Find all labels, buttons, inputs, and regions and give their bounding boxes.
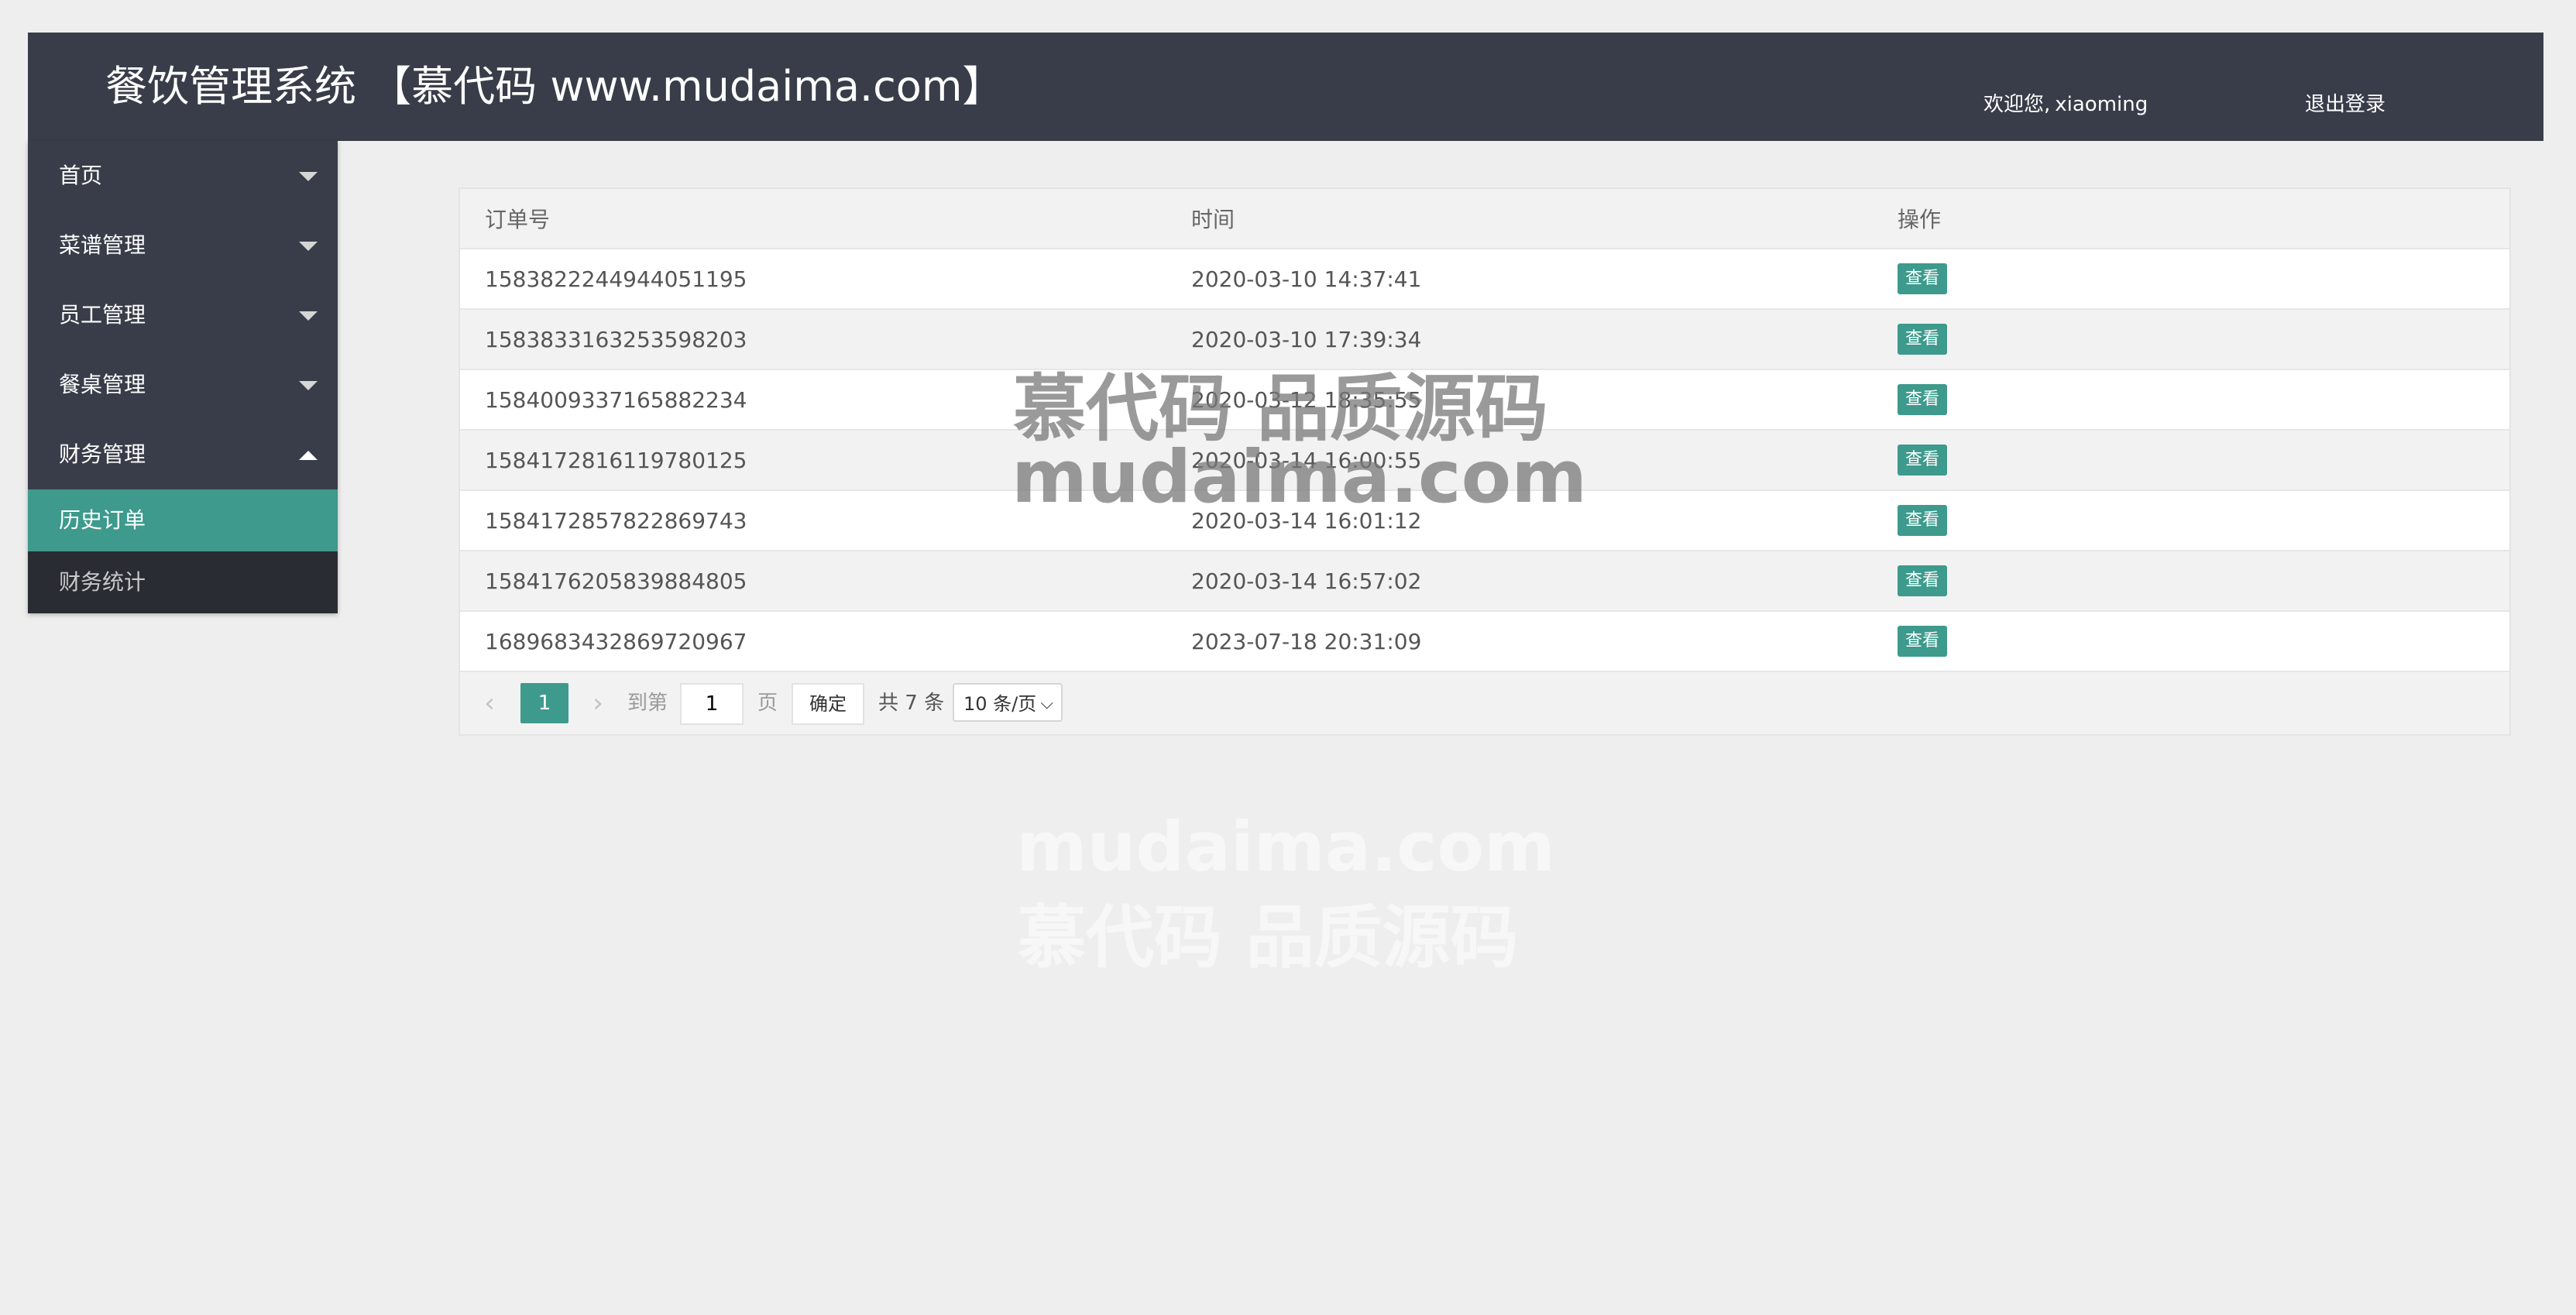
actions-cell: 查看 [1873,369,2509,431]
sidebar-subitem-order-history[interactable]: 历史订单 [28,489,338,551]
confirm-button[interactable]: 确定 [792,683,864,725]
sidebar-item-label: 员工管理 [59,302,146,328]
view-button[interactable]: 查看 [1898,324,1948,355]
time-cell: 2020-03-14 16:00:55 [1166,430,1873,491]
column-header-actions: 操作 [1873,189,2509,249]
chevron-down-icon: ⌵ [1040,694,1053,713]
caret-down-icon [299,242,318,251]
caret-down-icon [299,311,318,321]
actions-cell: 查看 [1873,551,2509,612]
table-row: 1584172816119780125 2020-03-14 16:00:55 … [460,430,2509,491]
page-label: 页 [757,692,778,715]
order-no-cell: 1584009337165882234 [460,369,1166,431]
time-cell: 2020-03-14 16:01:12 [1166,490,1873,551]
orders-table-panel: 订单号 时间 操作 1583822244944051195 2020-03-10… [459,187,2511,736]
caret-down-icon [299,381,318,390]
time-cell: 2020-03-14 16:57:02 [1166,551,1873,612]
sidebar-item-label: 菜谱管理 [59,232,146,258]
table-row: 1584176205839884805 2020-03-14 16:57:02 … [460,551,2509,612]
table-row: 1583822244944051195 2020-03-10 14:37:41 … [460,249,2509,310]
order-no-cell: 1689683432869720967 [460,611,1166,672]
caret-up-icon [299,451,318,460]
order-no-cell: 1584176205839884805 [460,551,1166,612]
order-no-cell: 1583822244944051195 [460,249,1166,310]
order-no-cell: 1584172857822869743 [460,490,1166,551]
actions-cell: 查看 [1873,490,2509,551]
pagination: ‹ 1 › 到第 页 确定 共 7 条 10 条/页 ⌵ [460,672,2509,734]
page-button-current[interactable]: 1 [520,683,568,723]
view-button[interactable]: 查看 [1898,384,1948,415]
caret-down-icon [299,172,318,181]
table-row: 1583833163253598203 2020-03-10 17:39:34 … [460,309,2509,370]
prev-page-icon[interactable]: ‹ [474,688,505,719]
time-cell: 2020-03-10 14:37:41 [1166,249,1873,310]
column-header-time: 时间 [1166,189,1873,249]
order-no-cell: 1583833163253598203 [460,309,1166,370]
welcome-text: 欢迎您, xiaoming [1984,88,2148,117]
total-count: 共 7 条 [878,692,945,715]
watermark-text: 慕代码 品质源码 [1018,898,1519,977]
next-page-icon[interactable]: › [582,688,613,719]
view-button[interactable]: 查看 [1898,263,1948,294]
orders-table: 订单号 时间 操作 1583822244944051195 2020-03-10… [460,189,2509,672]
page-number-input[interactable] [680,683,744,725]
username: xiaoming [2055,93,2148,116]
table-row: 1584009337165882234 2020-03-12 18:35:55 … [460,369,2509,431]
table-row: 1584172857822869743 2020-03-14 16:01:12 … [460,490,2509,551]
page-size-value: 10 条/页 [963,693,1037,715]
sidebar-item-finance-management[interactable]: 财务管理 [28,420,338,489]
page-size-select[interactable]: 10 条/页 ⌵ [953,683,1063,722]
sidebar-item-home[interactable]: 首页 [28,141,338,211]
sidebar-item-menu-management[interactable]: 菜谱管理 [28,211,338,280]
order-no-cell: 1584172816119780125 [460,430,1166,491]
time-cell: 2020-03-10 17:39:34 [1166,309,1873,370]
sidebar-subitem-finance-stats[interactable]: 财务统计 [28,551,338,613]
app-title: 餐饮管理系统 【慕代码 www.mudaima.com】 [105,62,1005,111]
view-button[interactable]: 查看 [1898,445,1948,476]
view-button[interactable]: 查看 [1898,626,1948,657]
column-header-order-no: 订单号 [460,189,1166,249]
welcome-label: 欢迎您, [1984,93,2051,116]
time-cell: 2023-07-18 20:31:09 [1166,611,1873,672]
watermark-text: mudaima.com [1016,807,1555,887]
actions-cell: 查看 [1873,611,2509,672]
sidebar-item-staff-management[interactable]: 员工管理 [28,280,338,350]
time-cell: 2020-03-12 18:35:55 [1166,369,1873,431]
sidebar-item-label: 餐桌管理 [59,372,146,397]
goto-label: 到第 [627,692,668,715]
sidebar: 首页 菜谱管理 员工管理 餐桌管理 财务管理 历史订单 财务统计 [28,141,338,613]
table-header-row: 订单号 时间 操作 [460,189,2509,249]
actions-cell: 查看 [1873,430,2509,491]
table-row: 1689683432869720967 2023-07-18 20:31:09 … [460,611,2509,672]
sidebar-item-label: 财务管理 [59,441,146,467]
logout-link[interactable]: 退出登录 [2305,88,2385,117]
actions-cell: 查看 [1873,249,2509,310]
sidebar-item-label: 首页 [59,163,103,188]
sidebar-item-table-management[interactable]: 餐桌管理 [28,350,338,420]
view-button[interactable]: 查看 [1898,505,1948,536]
top-header: 餐饮管理系统 【慕代码 www.mudaima.com】 欢迎您, xiaomin… [28,33,2543,141]
actions-cell: 查看 [1873,309,2509,370]
view-button[interactable]: 查看 [1898,565,1948,596]
